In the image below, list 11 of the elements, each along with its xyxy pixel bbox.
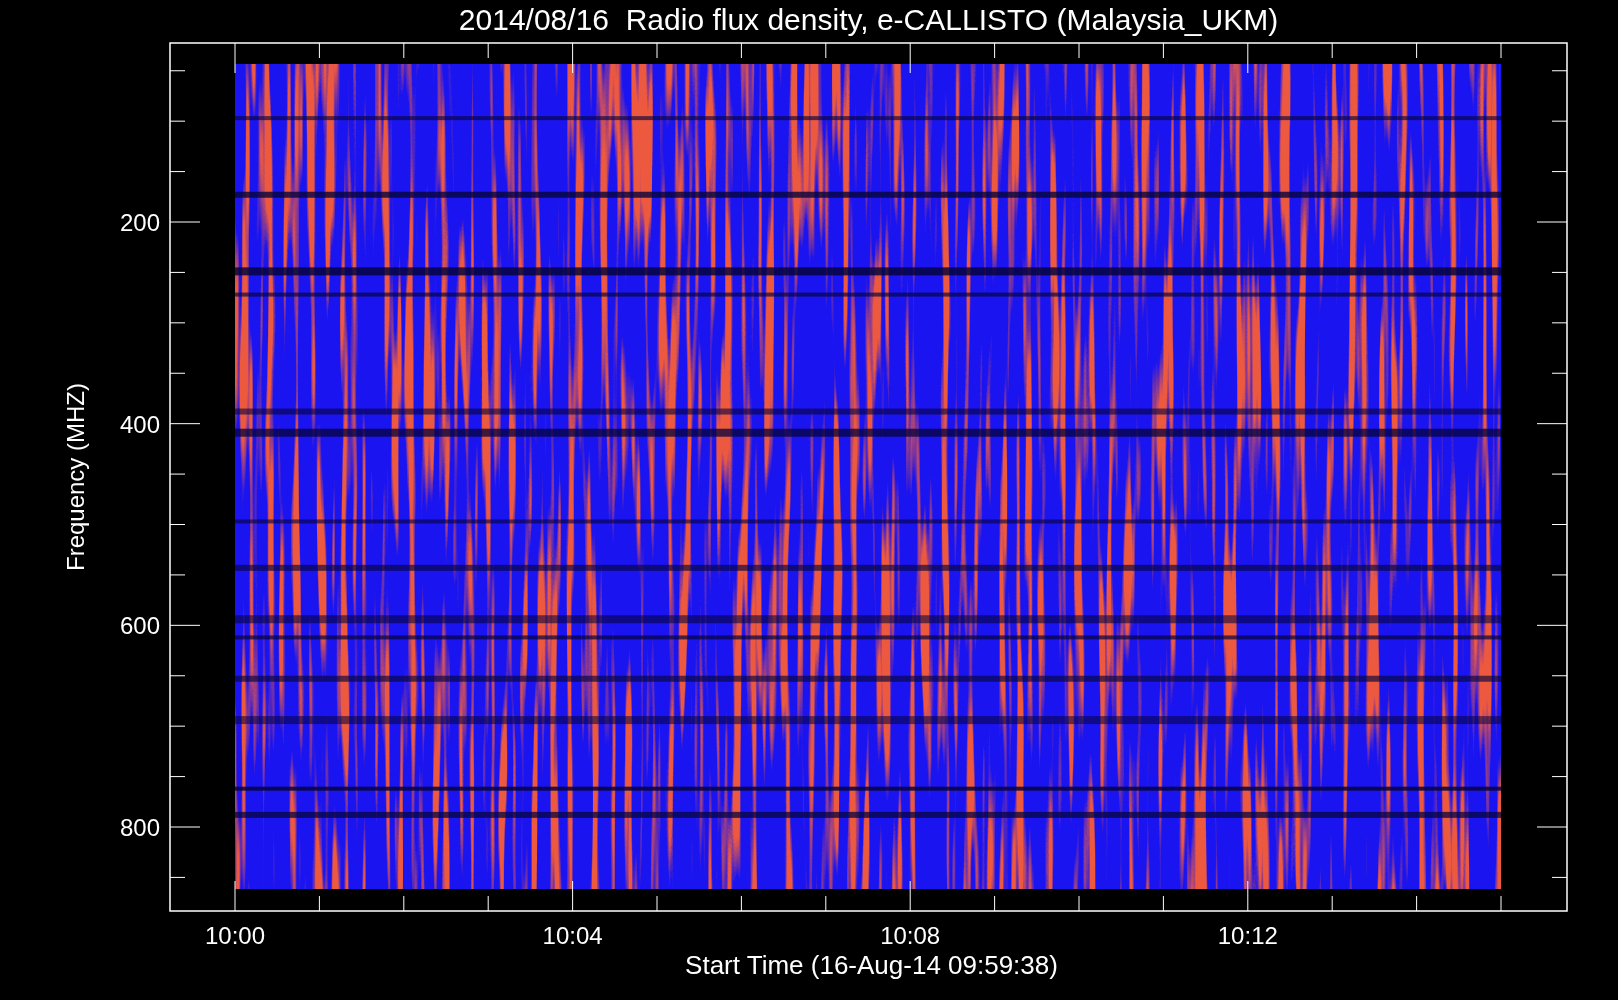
x-tick-label: 10:00 bbox=[204, 922, 266, 949]
x-axis-label: Start Time (16-Aug-14 09:59:38) bbox=[685, 950, 1058, 980]
y-tick-label: 400 bbox=[119, 410, 160, 438]
x-tick-label: 10:08 bbox=[880, 922, 941, 949]
y-tick-label: 200 bbox=[119, 209, 160, 236]
y-tick-label: 800 bbox=[119, 814, 160, 841]
x-tick-label: 10:04 bbox=[542, 922, 603, 949]
chart-title: 2014/08/16 Radio flux density, e-CALLISTO (Malaysia_UKM) bbox=[458, 3, 1279, 36]
y-axis-label: Frequency (MHZ) bbox=[62, 383, 89, 571]
x-tick-label: 10:12 bbox=[1217, 922, 1278, 949]
y-tick-label: 600 bbox=[119, 612, 160, 640]
